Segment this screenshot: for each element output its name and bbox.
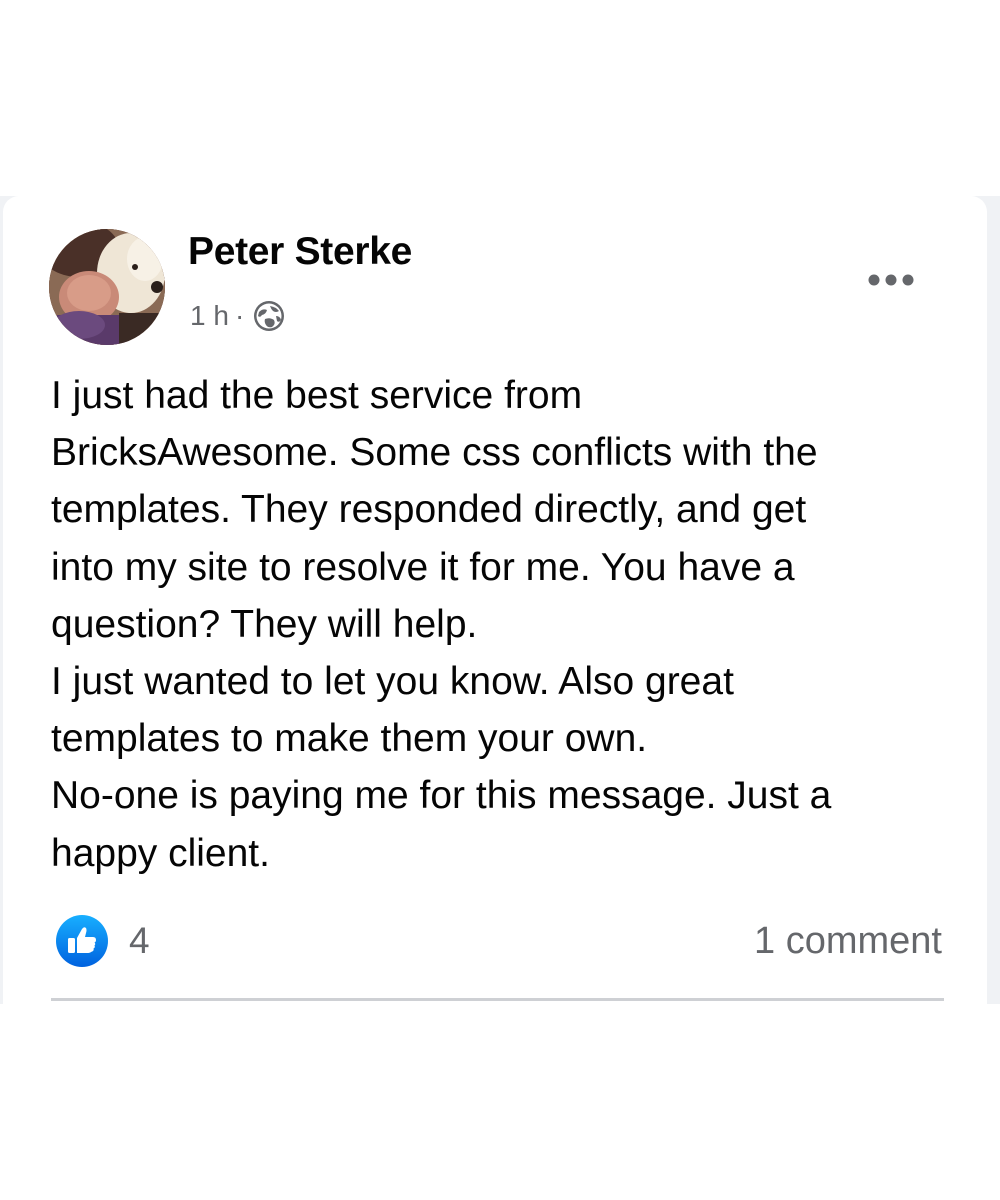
more-options-icon (868, 274, 914, 286)
post-text-line: into my site to resolve it for me. You h… (51, 545, 795, 589)
post-text-line: I just had the best service from (51, 374, 583, 417)
reaction-count: 4 (129, 920, 150, 961)
page: Peter Sterke 1 h · I just had the best s… (0, 0, 1000, 1200)
more-options-button[interactable] (859, 258, 923, 302)
globe-icon[interactable] (252, 299, 286, 333)
post-text-line: No-one is paying me for this message. Ju… (51, 774, 832, 818)
post-text-line: templates to make them your own. (51, 717, 648, 761)
avatar[interactable] (49, 229, 165, 345)
like-icon (55, 914, 109, 968)
post-meta: 1 h · (190, 296, 286, 336)
post-text-line: I just wanted to let you know. Also grea… (51, 660, 734, 704)
author-name[interactable]: Peter Sterke (188, 230, 412, 274)
meta-separator: · (234, 300, 245, 331)
post-text-line: happy client. (51, 831, 270, 875)
divider (51, 998, 944, 1001)
post-card: Peter Sterke 1 h · I just had the best s… (3, 196, 987, 1004)
post-text-line: question? They will help. (51, 602, 478, 646)
post-text-line: templates. They responded directly, and … (51, 488, 807, 532)
avatar-photo (49, 229, 165, 345)
post-text-line: BricksAwesome. Some css conflicts with t… (51, 431, 818, 475)
post-time[interactable]: 1 h (190, 300, 229, 332)
comment-count-link[interactable]: 1 comment (754, 916, 942, 966)
post-text: I just had the best service from BricksA… (51, 367, 931, 882)
reactions-summary[interactable]: 4 (55, 913, 150, 969)
